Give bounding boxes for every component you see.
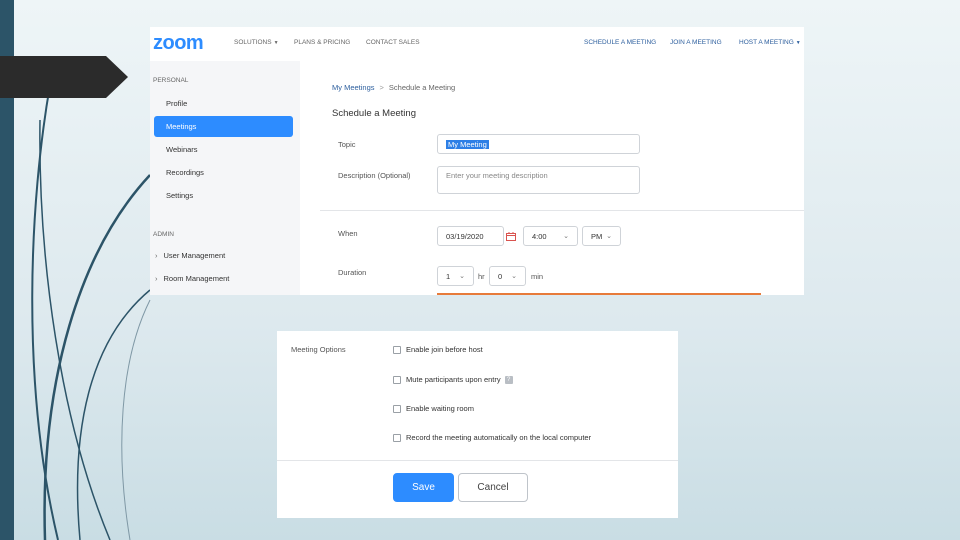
- zoom-schedule-screenshot: zoom SOLUTIONS ▼ PLANS & PRICING CONTACT …: [150, 27, 804, 295]
- description-label: Description (Optional): [338, 171, 411, 180]
- sidebar-heading-personal: PERSONAL: [153, 77, 189, 84]
- meeting-options-heading: Meeting Options: [291, 345, 346, 354]
- sidebar-item-settings[interactable]: Settings: [154, 185, 293, 206]
- sidebar-item-user-management[interactable]: › User Management: [155, 251, 225, 260]
- hours-unit: hr: [478, 272, 485, 281]
- top-navigation: zoom SOLUTIONS ▼ PLANS & PRICING CONTACT …: [150, 27, 804, 61]
- topic-label: Topic: [338, 140, 356, 149]
- option-join-before-host[interactable]: Enable join before host: [393, 345, 483, 354]
- duration-label: Duration: [338, 268, 367, 277]
- option-auto-record-local[interactable]: Record the meeting automatically on the …: [393, 433, 591, 442]
- caret-down-icon: ▼: [273, 40, 279, 46]
- topic-value: My Meeting: [446, 139, 489, 149]
- topic-input[interactable]: My Meeting: [437, 134, 640, 154]
- calendar-icon[interactable]: [506, 232, 516, 241]
- checkbox[interactable]: [393, 345, 401, 354]
- sidebar-item-room-management[interactable]: › Room Management: [155, 274, 229, 283]
- checkbox[interactable]: [393, 375, 401, 384]
- nav-plans-pricing[interactable]: PLANS & PRICING: [294, 39, 350, 46]
- chevron-right-icon: ›: [155, 274, 158, 283]
- description-textarea[interactable]: Enter your meeting description: [437, 166, 640, 194]
- caret-down-icon: ▼: [795, 40, 801, 46]
- breadcrumb: My Meetings > Schedule a Meeting: [332, 83, 455, 92]
- chevron-right-icon: ›: [155, 251, 158, 260]
- chevron-down-icon: ⌄: [563, 233, 569, 240]
- cancel-button[interactable]: Cancel: [458, 473, 528, 502]
- checkbox[interactable]: [393, 404, 401, 413]
- ampm-select[interactable]: PM ⌄: [582, 226, 621, 246]
- date-input[interactable]: 03/19/2020: [437, 226, 504, 246]
- sidebar-item-profile[interactable]: Profile: [154, 93, 293, 114]
- sidebar-item-meetings[interactable]: Meetings: [154, 116, 293, 137]
- checkbox[interactable]: [393, 433, 401, 442]
- chevron-down-icon: ⌄: [511, 273, 517, 280]
- page-title: Schedule a Meeting: [332, 108, 416, 119]
- sidebar-item-webinars[interactable]: Webinars: [154, 139, 293, 160]
- breadcrumb-my-meetings[interactable]: My Meetings: [332, 83, 375, 92]
- nav-schedule-meeting[interactable]: SCHEDULE A MEETING: [584, 39, 656, 46]
- time-select[interactable]: 4:00 ⌄: [523, 226, 578, 246]
- info-icon[interactable]: ?: [504, 375, 513, 384]
- meeting-options-screenshot: Meeting Options Enable join before host …: [277, 331, 678, 518]
- nav-solutions[interactable]: SOLUTIONS ▼: [234, 39, 279, 46]
- chevron-down-icon: ⌄: [459, 273, 465, 280]
- nav-join-meeting[interactable]: JOIN A MEETING: [670, 39, 722, 46]
- slide-arrow-shape: [0, 56, 128, 98]
- option-waiting-room[interactable]: Enable waiting room: [393, 404, 474, 413]
- save-button[interactable]: Save: [393, 473, 454, 502]
- sidebar-heading-admin: ADMIN: [153, 231, 174, 238]
- nav-contact-sales[interactable]: CONTACT SALES: [366, 39, 420, 46]
- sidebar: PERSONAL Profile Meetings Webinars Recor…: [150, 61, 300, 295]
- breadcrumb-current: Schedule a Meeting: [388, 83, 456, 92]
- duration-minutes-select[interactable]: 0 ⌄: [489, 266, 526, 286]
- section-divider-accent: [437, 293, 761, 295]
- nav-host-meeting[interactable]: HOST A MEETING ▼: [739, 39, 801, 46]
- form-divider: [277, 460, 678, 461]
- minutes-unit: min: [531, 272, 544, 281]
- form-divider: [320, 210, 804, 211]
- when-label: When: [338, 229, 358, 238]
- option-mute-on-entry[interactable]: Mute participants upon entry?: [393, 375, 513, 384]
- zoom-logo: zoom: [153, 32, 204, 54]
- chevron-down-icon: ⌄: [606, 233, 612, 240]
- breadcrumb-separator: >: [379, 83, 384, 92]
- sidebar-item-recordings[interactable]: Recordings: [154, 162, 293, 183]
- duration-hours-select[interactable]: 1 ⌄: [437, 266, 474, 286]
